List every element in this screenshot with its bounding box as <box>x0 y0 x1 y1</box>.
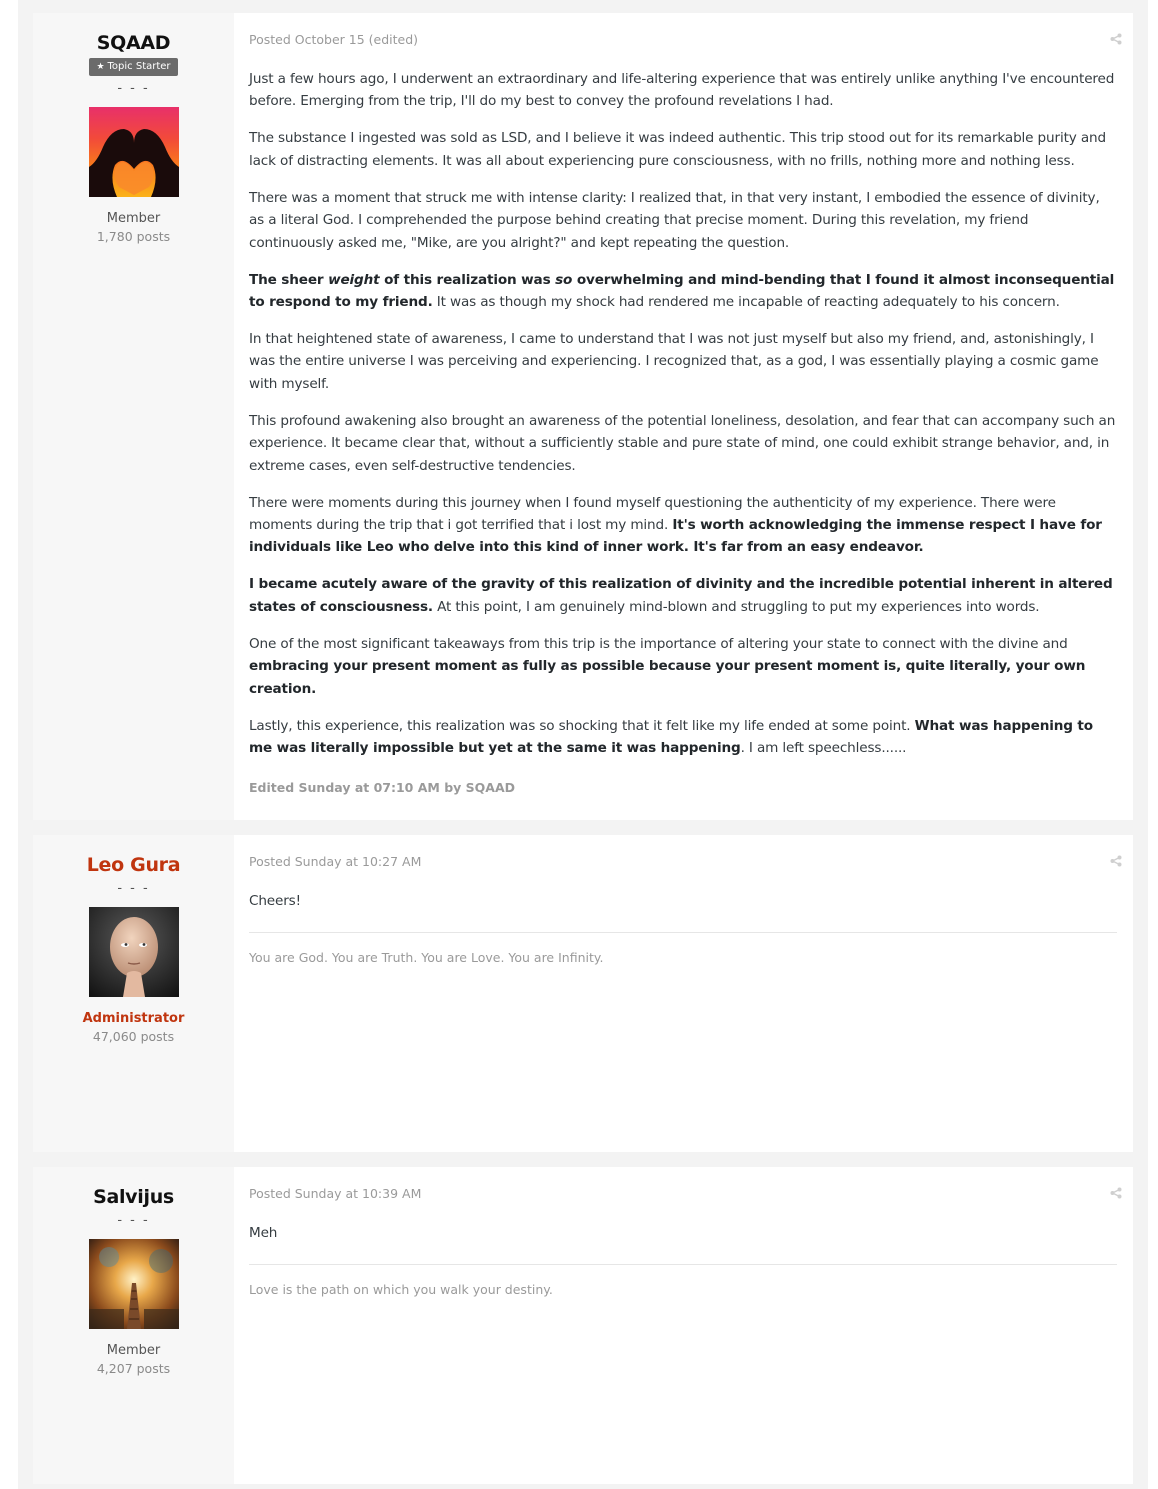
author-panel: Leo Gura - - - Administrator 47,060 post… <box>33 835 234 1152</box>
text-run: One of the most significant takeaways fr… <box>249 635 1068 652</box>
author-name[interactable]: SQAAD <box>33 32 234 54</box>
post-paragraph: Just a few hours ago, I underwent an ext… <box>249 68 1117 113</box>
edited-note: Edited Sunday at 07:10 AM by SQAAD <box>249 779 515 795</box>
post-date[interactable]: Posted Sunday at 10:27 AM <box>249 853 1117 870</box>
text-run: The sheer <box>249 271 329 288</box>
post-paragraph: Lastly, this experience, this realizatio… <box>249 715 1117 760</box>
author-post-count: 1,780 posts <box>96 229 171 244</box>
author-rank-dots: - - - <box>117 81 150 96</box>
post-content: Posted October 15 (edited) Just a few ho… <box>234 13 1133 820</box>
avatar[interactable] <box>88 907 179 997</box>
post-salvijus: Salvijus - - - Member 4,207 posts Posted… <box>33 1167 1133 1484</box>
avatar[interactable] <box>88 107 179 197</box>
post-date[interactable]: Posted October 15 (edited) <box>249 31 1117 48</box>
post-content: Posted Sunday at 10:27 AM Cheers! You ar… <box>234 835 1133 1152</box>
post-leo-gura: Leo Gura - - - Administrator 47,060 post… <box>33 835 1133 1152</box>
text-run: The substance I ingested was sold as LSD… <box>249 130 1106 169</box>
text-run: Just a few hours ago, I underwent an ext… <box>249 71 1115 110</box>
text-run: It was as though my shock had rendered m… <box>432 294 1060 311</box>
post-paragraph: Meh <box>249 1222 1117 1244</box>
topic-starter-badge: ★ Topic Starter <box>89 58 178 76</box>
post-content: Posted Sunday at 10:39 AM Meh Love is th… <box>234 1167 1133 1484</box>
share-icon[interactable] <box>1110 855 1122 867</box>
topic-feed: SQAAD ★ Topic Starter - - - Member 1,780 … <box>18 0 1148 1489</box>
text-run: There was a moment that struck me with i… <box>249 189 1100 251</box>
author-panel: Salvijus - - - Member 4,207 posts <box>33 1167 234 1484</box>
post-sqaad: SQAAD ★ Topic Starter - - - Member 1,780 … <box>33 13 1133 820</box>
author-panel: SQAAD ★ Topic Starter - - - Member 1,780 … <box>33 13 234 820</box>
post-paragraph: There were moments during this journey w… <box>249 492 1117 559</box>
text-run: so <box>555 271 573 288</box>
post-paragraph: In that heightened state of awareness, I… <box>249 328 1117 395</box>
author-rank-dots: - - - <box>117 1213 150 1228</box>
text-run: In that heightened state of awareness, I… <box>249 331 1099 392</box>
post-paragraph: One of the most significant takeaways fr… <box>249 633 1117 700</box>
text-run: . I am left speechless...... <box>740 740 907 757</box>
post-paragraph: I became acutely aware of the gravity of… <box>249 573 1117 618</box>
text-run: of this realization was <box>379 271 556 288</box>
text-run: At this point, I am genuinely mind-blown… <box>432 598 1040 615</box>
avatar[interactable] <box>88 1239 179 1329</box>
post-body: Meh <box>249 1222 1117 1244</box>
post-date[interactable]: Posted Sunday at 10:39 AM <box>249 1185 1117 1202</box>
post-paragraph: This profound awakening also brought an … <box>249 410 1117 477</box>
badge-label: Topic Starter <box>107 61 171 72</box>
text-run: weight <box>328 271 380 288</box>
signature: Love is the path on which you walk your … <box>249 1282 553 1298</box>
post-body: Cheers! <box>249 890 1117 912</box>
post-paragraph: Cheers! <box>249 890 1117 912</box>
signature-divider <box>249 932 1117 934</box>
share-icon[interactable] <box>1110 1187 1122 1199</box>
author-name[interactable]: Salvijus <box>33 1186 234 1208</box>
author-post-count: 47,060 posts <box>92 1029 175 1044</box>
star-icon: ★ <box>96 62 105 72</box>
author-rank-dots: - - - <box>117 881 150 896</box>
post-body: Just a few hours ago, I underwent an ext… <box>249 68 1117 760</box>
share-icon[interactable] <box>1110 33 1122 45</box>
text-run: Cheers! <box>249 893 301 909</box>
text-run: Lastly, this experience, this realizatio… <box>249 717 915 734</box>
author-role: Member <box>106 211 161 226</box>
signature-divider <box>249 1264 1117 1266</box>
author-post-count: 4,207 posts <box>96 1361 171 1376</box>
post-paragraph: The sheer weight of this realization was… <box>249 269 1117 314</box>
signature: You are God. You are Truth. You are Love… <box>249 950 604 966</box>
text-run: Meh <box>249 1225 278 1241</box>
text-run: This profound awakening also brought an … <box>249 412 1116 474</box>
post-paragraph: The substance I ingested was sold as LSD… <box>249 127 1117 172</box>
post-paragraph: There was a moment that struck me with i… <box>249 187 1117 254</box>
author-role: Administrator <box>82 1011 185 1026</box>
author-name[interactable]: Leo Gura <box>33 854 234 876</box>
text-run: embracing your present moment as fully a… <box>249 658 1086 697</box>
author-role: Member <box>106 1343 161 1358</box>
